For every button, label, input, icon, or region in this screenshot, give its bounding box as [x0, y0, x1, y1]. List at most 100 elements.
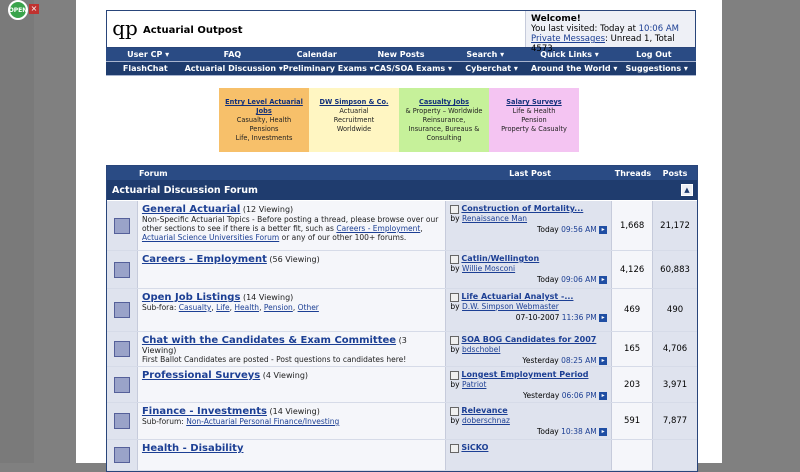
last-post-link[interactable]: Life Actuarial Analyst -...	[461, 292, 573, 301]
forum-status-cell	[107, 251, 138, 288]
nav-item[interactable]: Log Out	[612, 50, 696, 59]
nav-item[interactable]: Calendar	[275, 50, 359, 59]
go-to-post-icon[interactable]: ▸	[599, 275, 608, 284]
nav-item[interactable]: New Posts	[359, 50, 443, 59]
nav-item[interactable]: Preliminary Exams ▾	[283, 64, 374, 73]
last-post-link[interactable]: Relevance	[461, 406, 507, 415]
private-messages-link[interactable]: Private Messages	[531, 34, 605, 44]
forum-name-link[interactable]: General Actuarial	[142, 204, 240, 215]
subforum-link[interactable]: Life	[216, 303, 230, 312]
welcome-box: Welcome! You last visited: Today at 10:0…	[525, 11, 695, 54]
subforum-link[interactable]: Non-Actuarial Personal Finance/Investing	[186, 417, 339, 426]
open-icon[interactable]: OPEN	[8, 0, 28, 20]
post-time: 06:06 PM	[561, 390, 597, 400]
post-day: Today	[537, 274, 559, 284]
author-link[interactable]: Willie Mosconi	[462, 264, 515, 273]
forum-status-cell	[107, 440, 138, 470]
forum-status-icon	[113, 261, 130, 278]
author-link[interactable]: Renaissance Man	[462, 214, 527, 223]
ad-line: Worldwide	[336, 125, 372, 133]
ad-banner-row: Entry Level Actuarial Jobs Casualty, Heal…	[219, 88, 579, 152]
author-link[interactable]: bdschobel	[462, 345, 500, 354]
ad-line: & Property – Worldwide	[405, 107, 483, 115]
table-row: Professional Surveys (4 Viewing) Longest …	[107, 367, 697, 403]
forum-status-cell	[107, 289, 138, 331]
forum-status-icon	[113, 217, 130, 234]
post-day: Yesterday	[522, 355, 559, 365]
nav-item[interactable]: CAS/SOA Exams ▾	[374, 64, 453, 73]
forum-name-link[interactable]: Careers - Employment	[142, 254, 267, 265]
nav-item[interactable]: Suggestions ▾	[617, 64, 696, 73]
ad-box[interactable]: Salary Surveys Life & Health Pension Proper…	[489, 88, 579, 152]
nav-bar-secondary: FlashChat Actuarial Discussion ▾ Prelimina…	[106, 62, 696, 76]
ad-box[interactable]: Casualty Jobs & Property – Worldwide Reins…	[399, 88, 489, 152]
last-post-author: by Willie Mosconi	[450, 263, 516, 273]
last-post-date: Today 09:06 AM ▸	[450, 274, 608, 284]
last-post-link[interactable]: SOA BOG Candidates for 2007	[461, 335, 596, 344]
go-to-post-icon[interactable]: ▸	[599, 356, 608, 365]
forum-name-link[interactable]: Open Job Listings	[142, 292, 240, 303]
table-row: General Actuarial (12 Viewing) Non-Specif…	[107, 201, 697, 251]
last-post-author: by Renaissance Man	[450, 213, 528, 223]
forum-description: Sub-fora: Casualty, Life, Health, Pensio…	[141, 303, 319, 312]
last-post-link[interactable]: SiCKO	[461, 443, 488, 452]
subforum-link[interactable]: Other	[298, 303, 319, 312]
header-posts: Posts	[662, 168, 688, 178]
close-icon[interactable]: ×	[29, 4, 39, 14]
forum-name-link[interactable]: Health - Disability	[142, 443, 244, 454]
last-post-author: by Patriot	[450, 379, 487, 389]
post-icon	[450, 443, 460, 453]
table-row: Careers - Employment (56 Viewing) Catlin/…	[107, 251, 697, 289]
nav-item[interactable]: Search ▾	[443, 50, 527, 59]
last-post-date: Yesterday 08:25 AM ▸	[450, 355, 608, 365]
last-post-cell: Relevance by doberschnaz Today 10:38 AM ▸	[445, 403, 612, 439]
collapse-icon[interactable]: ▲	[681, 184, 693, 196]
nav-item[interactable]: Actuarial Discussion ▾	[185, 64, 283, 73]
ad-title[interactable]: Entry Level Actuarial Jobs	[225, 98, 303, 115]
forum-name-link[interactable]: Chat with the Candidates & Exam Committe…	[142, 335, 396, 346]
go-to-post-icon[interactable]: ▸	[599, 313, 608, 322]
last-post-date: Yesterday 06:06 PM ▸	[450, 390, 608, 400]
nav-item[interactable]: Cyberchat ▾	[452, 64, 531, 73]
nav-item[interactable]: Quick Links ▾	[527, 50, 611, 59]
header-threads: Threads	[614, 168, 652, 178]
nav-item[interactable]: Around the World ▾	[531, 64, 618, 73]
subforum-link[interactable]: Casualty	[179, 303, 212, 312]
ad-title[interactable]: Salary Surveys	[506, 98, 561, 106]
ad-title[interactable]: DW Simpson & Co.	[319, 98, 388, 106]
post-count: 60,883	[652, 251, 697, 288]
subforum-link[interactable]: Actuarial Science Universities Forum	[142, 233, 279, 242]
author-link[interactable]: D.W. Simpson Webmaster	[462, 302, 559, 311]
post-icon	[450, 254, 460, 264]
last-post-link[interactable]: Longest Employment Period	[461, 370, 588, 379]
ad-box[interactable]: DW Simpson & Co. Actuarial Recruitment Worl…	[309, 88, 399, 152]
forum-name-link[interactable]: Professional Surveys	[142, 370, 260, 381]
ad-title[interactable]: Casualty Jobs	[419, 98, 469, 106]
nav-item[interactable]: User CP ▾	[106, 50, 190, 59]
go-to-post-icon[interactable]: ▸	[599, 391, 608, 400]
category-title[interactable]: Actuarial Discussion Forum	[112, 185, 258, 196]
forum-rows: General Actuarial (12 Viewing) Non-Specif…	[107, 201, 697, 471]
thread-count: 591	[611, 403, 653, 439]
ad-line: Actuarial	[339, 107, 369, 115]
author-link[interactable]: doberschnaz	[462, 416, 510, 425]
subforum-link[interactable]: Pension	[264, 303, 293, 312]
go-to-post-icon[interactable]: ▸	[599, 225, 608, 234]
last-post-date: Today 10:38 AM ▸	[450, 427, 608, 436]
site-logo[interactable]: qp	[107, 11, 143, 45]
last-post-link[interactable]: Construction of Mortality...	[461, 204, 583, 213]
nav-item[interactable]: FlashChat	[106, 64, 185, 73]
subforum-link[interactable]: Careers - Employment	[336, 224, 420, 233]
post-count	[652, 440, 697, 470]
nav-item[interactable]: FAQ	[190, 50, 274, 59]
forum-name-link[interactable]: Finance - Investments	[142, 406, 267, 417]
table-header: Forum Last Post Threads Posts	[107, 166, 697, 180]
last-post-link[interactable]: Catlin/Wellington	[461, 254, 539, 263]
desc-text: First Ballot Candidates are posted - Pos…	[141, 355, 407, 364]
go-to-post-icon[interactable]: ▸	[599, 427, 608, 436]
forum-cell: Open Job Listings (14 Viewing) Sub-fora: …	[137, 289, 446, 331]
subforum-link[interactable]: Health	[234, 303, 259, 312]
ad-box[interactable]: Entry Level Actuarial Jobs Casualty, Heal…	[219, 88, 309, 152]
ad-line: Life, Investments	[235, 134, 293, 142]
author-link[interactable]: Patriot	[462, 380, 486, 389]
